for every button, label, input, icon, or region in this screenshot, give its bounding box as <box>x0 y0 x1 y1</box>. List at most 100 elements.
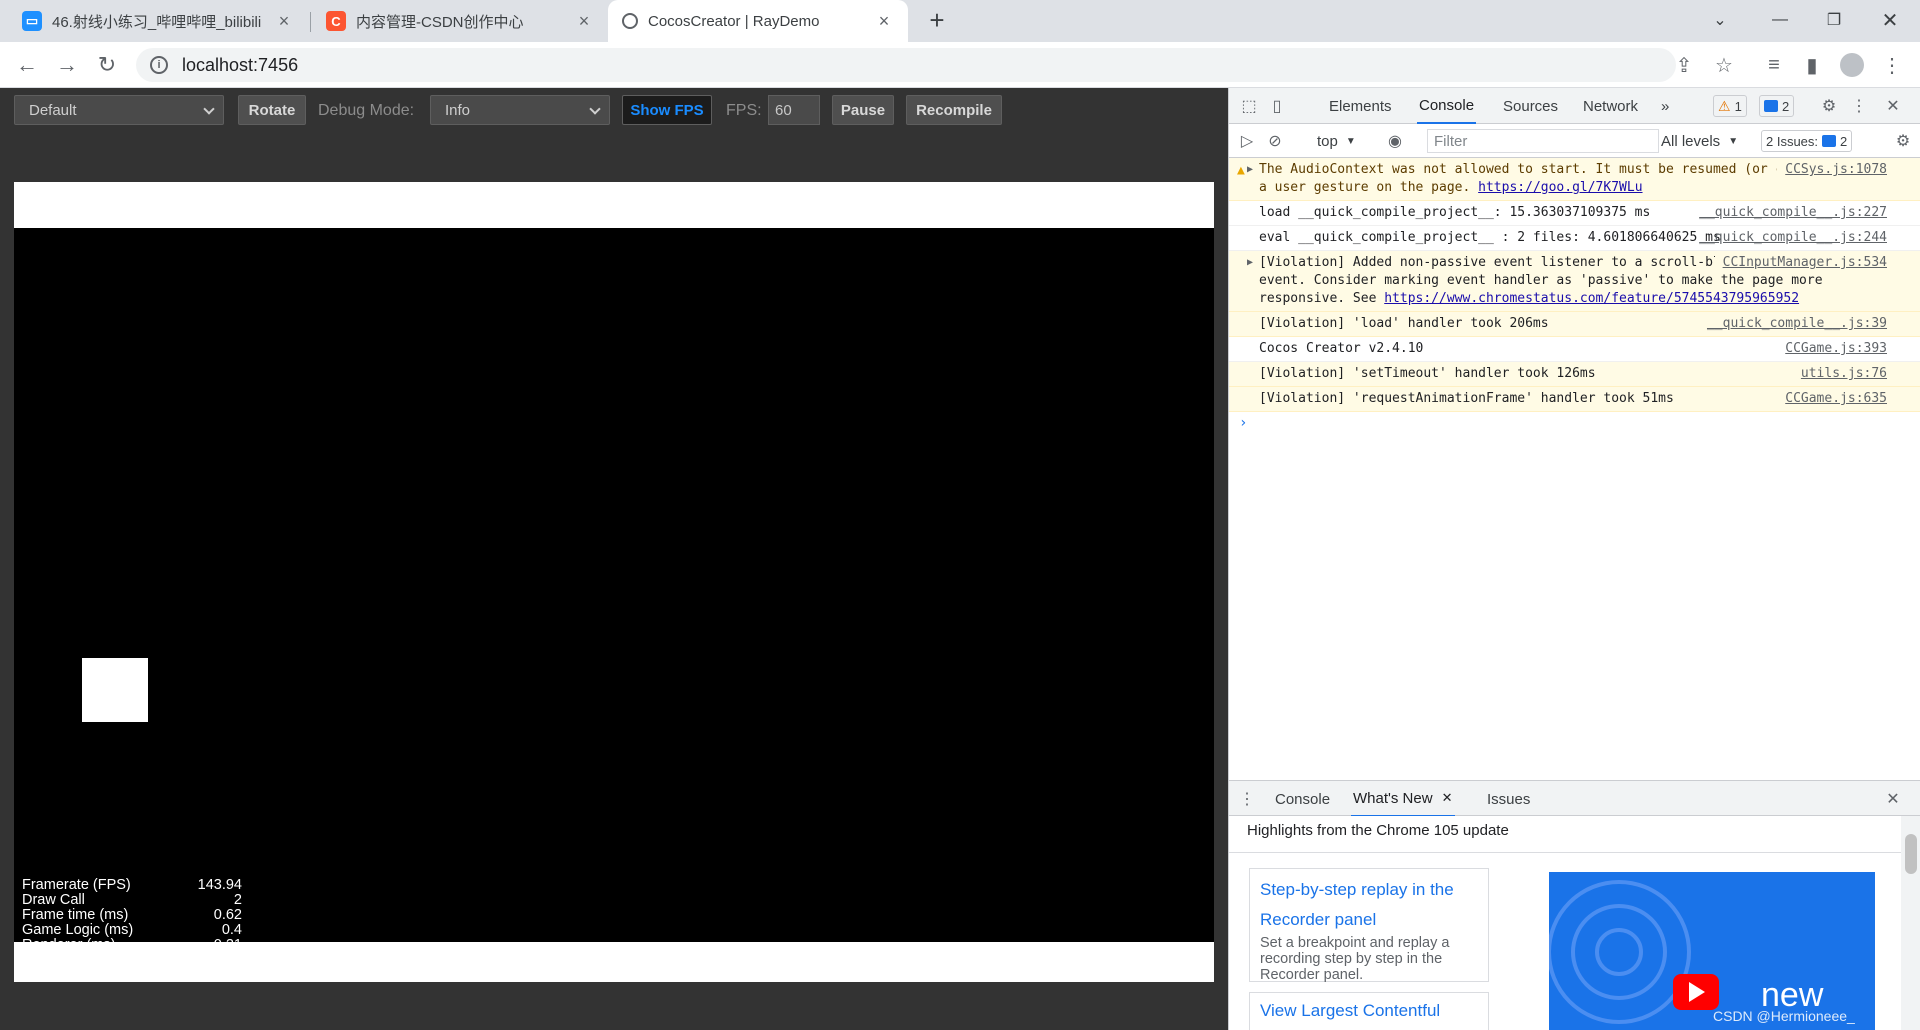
restore-icon[interactable]: ❐ <box>1806 0 1862 40</box>
chrome-logo-graphic-icon <box>1549 880 1719 1024</box>
close-tab-icon[interactable]: × <box>574 11 594 32</box>
stats-value: 0.62 <box>213 907 242 923</box>
live-expression-eye-icon[interactable]: ◉ <box>1383 129 1407 153</box>
show-fps-button[interactable]: Show FPS <box>622 95 712 125</box>
rotate-button[interactable]: Rotate <box>238 95 306 125</box>
issues-count: 2 <box>1840 133 1848 149</box>
new-tab-button[interactable]: + <box>922 6 952 36</box>
devtools-close-icon[interactable]: ✕ <box>1881 94 1905 118</box>
console-filter-bar: ▷ ⊘ top ▼ ◉ Filter All levels ▼ 2 Issues… <box>1229 124 1920 158</box>
tab-elements[interactable]: Elements <box>1327 88 1394 124</box>
message-source-link[interactable]: CCGame.js:393 <box>1777 340 1887 358</box>
feature-card[interactable]: Step-by-step replay in the Recorder pane… <box>1249 868 1489 983</box>
message-count: 2 <box>1782 98 1790 114</box>
browser-window: ▭ 46.射线小练习_哔哩哔哩_bilibili × C 内容管理-CSDN创作… <box>0 0 1920 1030</box>
message-source-link[interactable]: CCGame.js:635 <box>1777 390 1887 408</box>
drawer-menu-icon[interactable]: ⋮ <box>1235 787 1259 811</box>
stats-row: Game Logic (ms) 0.4 <box>22 923 242 938</box>
console-filter-input[interactable]: Filter <box>1427 129 1659 153</box>
messages-badge[interactable]: 2 <box>1759 95 1795 117</box>
close-tab-icon[interactable]: × <box>874 11 894 32</box>
device-select[interactable]: Default <box>14 95 224 125</box>
feature-card-title[interactable]: Step-by-step replay in the Recorder pane… <box>1260 875 1478 935</box>
stats-label: Draw Call <box>22 892 85 908</box>
bookmark-star-icon[interactable]: ☆ <box>1710 51 1738 79</box>
issues-button[interactable]: 2 Issues: 2 <box>1761 130 1853 152</box>
scrollbar-thumb[interactable] <box>1905 834 1917 874</box>
feature-card[interactable]: View Largest Contentful <box>1249 992 1489 1030</box>
dropdown-arrow-icon: ▼ <box>1345 135 1356 147</box>
warnings-badge[interactable]: ⚠ 1 <box>1713 95 1747 117</box>
console-settings-gear-icon[interactable]: ⚙ <box>1891 129 1915 153</box>
message-text: [Violation] 'load' handler took 206ms <box>1259 316 1549 331</box>
tab-csdn[interactable]: C 内容管理-CSDN创作中心 × <box>312 0 608 42</box>
message-link[interactable]: https://goo.gl/7K7WLu <box>1478 180 1642 195</box>
message-source-link[interactable]: __quick_compile__.js:39 <box>1698 315 1887 333</box>
reload-icon[interactable]: ↻ <box>92 50 122 80</box>
window-close-icon[interactable]: ✕ <box>1862 0 1918 40</box>
debug-mode-select[interactable]: Info <box>430 95 610 125</box>
console-message-violation: [Violation] 'load' handler took 206ms __… <box>1229 312 1920 337</box>
cocos-preview-page: Default Rotate Debug Mode: Info Show FPS… <box>0 88 1228 1030</box>
debug-mode-label: Debug Mode: <box>318 102 415 119</box>
drawer-tab-console[interactable]: Console <box>1273 781 1332 817</box>
clear-console-icon[interactable]: ⊘ <box>1263 129 1287 153</box>
tab-sources[interactable]: Sources <box>1501 88 1560 124</box>
forward-icon[interactable]: → <box>52 50 82 80</box>
tab-cocos[interactable]: CocosCreator | RayDemo × <box>608 0 908 42</box>
expand-triangle-icon[interactable]: ▶ <box>1247 161 1253 179</box>
close-tab-icon[interactable]: × <box>274 11 294 32</box>
message-source-link[interactable]: utils.js:76 <box>1792 365 1887 383</box>
sidebar-toggle-icon[interactable]: ▷ <box>1235 129 1259 153</box>
message-source-link[interactable]: __quick_compile__.js:227 <box>1691 204 1887 222</box>
console-message-violation: [Violation] 'requestAnimationFrame' hand… <box>1229 387 1920 412</box>
log-levels-select[interactable]: All levels ▼ <box>1661 130 1738 152</box>
recompile-button[interactable]: Recompile <box>906 95 1002 125</box>
message-source-link[interactable]: CCInputManager.js:534 <box>1714 254 1887 272</box>
chevron-down-icon <box>203 103 215 115</box>
drawer-tab-bar: ⋮ Console What's New ✕ Issues ✕ <box>1229 780 1920 817</box>
tab-network[interactable]: Network <box>1581 88 1640 124</box>
menu-kebab-icon[interactable]: ⋮ <box>1878 51 1906 79</box>
feature-card-title[interactable]: View Largest Contentful <box>1260 999 1478 1023</box>
pause-button[interactable]: Pause <box>832 95 894 125</box>
back-icon[interactable]: ← <box>12 50 42 80</box>
inspect-element-icon[interactable]: ⬚ <box>1237 94 1261 118</box>
message-link[interactable]: https://www.chromestatus.com/feature/574… <box>1384 291 1799 306</box>
console-message-violation: [Violation] 'setTimeout' handler took 12… <box>1229 362 1920 387</box>
message-source-link[interactable]: CCSys.js:1078 <box>1777 161 1887 179</box>
fps-input[interactable]: 60 <box>768 95 820 125</box>
devtools-menu-icon[interactable]: ⋮ <box>1847 94 1871 118</box>
warning-icon: ⚠ <box>1718 97 1731 114</box>
tab-title: 内容管理-CSDN创作中心 <box>356 13 524 31</box>
more-tabs-icon[interactable]: » <box>1659 88 1671 124</box>
share-icon[interactable]: ⇪ <box>1670 51 1698 79</box>
minimize-icon[interactable]: — <box>1752 0 1808 40</box>
reading-list-icon[interactable]: ≡ <box>1760 51 1788 79</box>
drawer-tab-issues[interactable]: Issues <box>1485 781 1532 817</box>
drawer-scrollbar[interactable] <box>1901 816 1920 1030</box>
message-source-link[interactable]: __quick_compile__.js:244 <box>1691 229 1887 247</box>
game-canvas-container: Framerate (FPS) 143.94 Draw Call 2 Frame t… <box>14 182 1214 982</box>
tab-bilibili[interactable]: ▭ 46.射线小练习_哔哩哔哩_bilibili × <box>8 0 308 42</box>
drawer-tab-label: What's New <box>1353 789 1433 807</box>
drawer-close-icon[interactable]: ✕ <box>1881 787 1905 811</box>
expand-triangle-icon[interactable]: ▶ <box>1247 254 1253 272</box>
stats-label: Frame time (ms) <box>22 907 129 923</box>
side-panel-icon[interactable]: ▮ <box>1798 51 1826 79</box>
context-select[interactable]: top ▼ <box>1317 130 1356 152</box>
tab-search-icon[interactable]: ⌄ <box>1692 0 1748 40</box>
fps-stats-panel: Framerate (FPS) 143.94 Draw Call 2 Frame t… <box>22 878 242 953</box>
tab-console[interactable]: Console <box>1417 88 1477 124</box>
profile-avatar-icon[interactable] <box>1838 51 1866 79</box>
site-info-icon[interactable]: i <box>150 56 168 74</box>
omnibox[interactable]: i localhost:7456 <box>136 48 1676 82</box>
settings-gear-icon[interactable]: ⚙ <box>1817 94 1841 118</box>
warning-icon: ▲ <box>1237 163 1245 178</box>
device-toolbar-icon[interactable]: ▯ <box>1265 94 1289 118</box>
console-prompt[interactable]: › <box>1229 412 1920 434</box>
game-canvas[interactable]: Framerate (FPS) 143.94 Draw Call 2 Frame t… <box>14 228 1214 953</box>
close-tab-icon[interactable]: ✕ <box>1442 790 1453 806</box>
drawer-tab-whats-new[interactable]: What's New ✕ <box>1351 781 1455 817</box>
context-value: top <box>1317 132 1338 150</box>
